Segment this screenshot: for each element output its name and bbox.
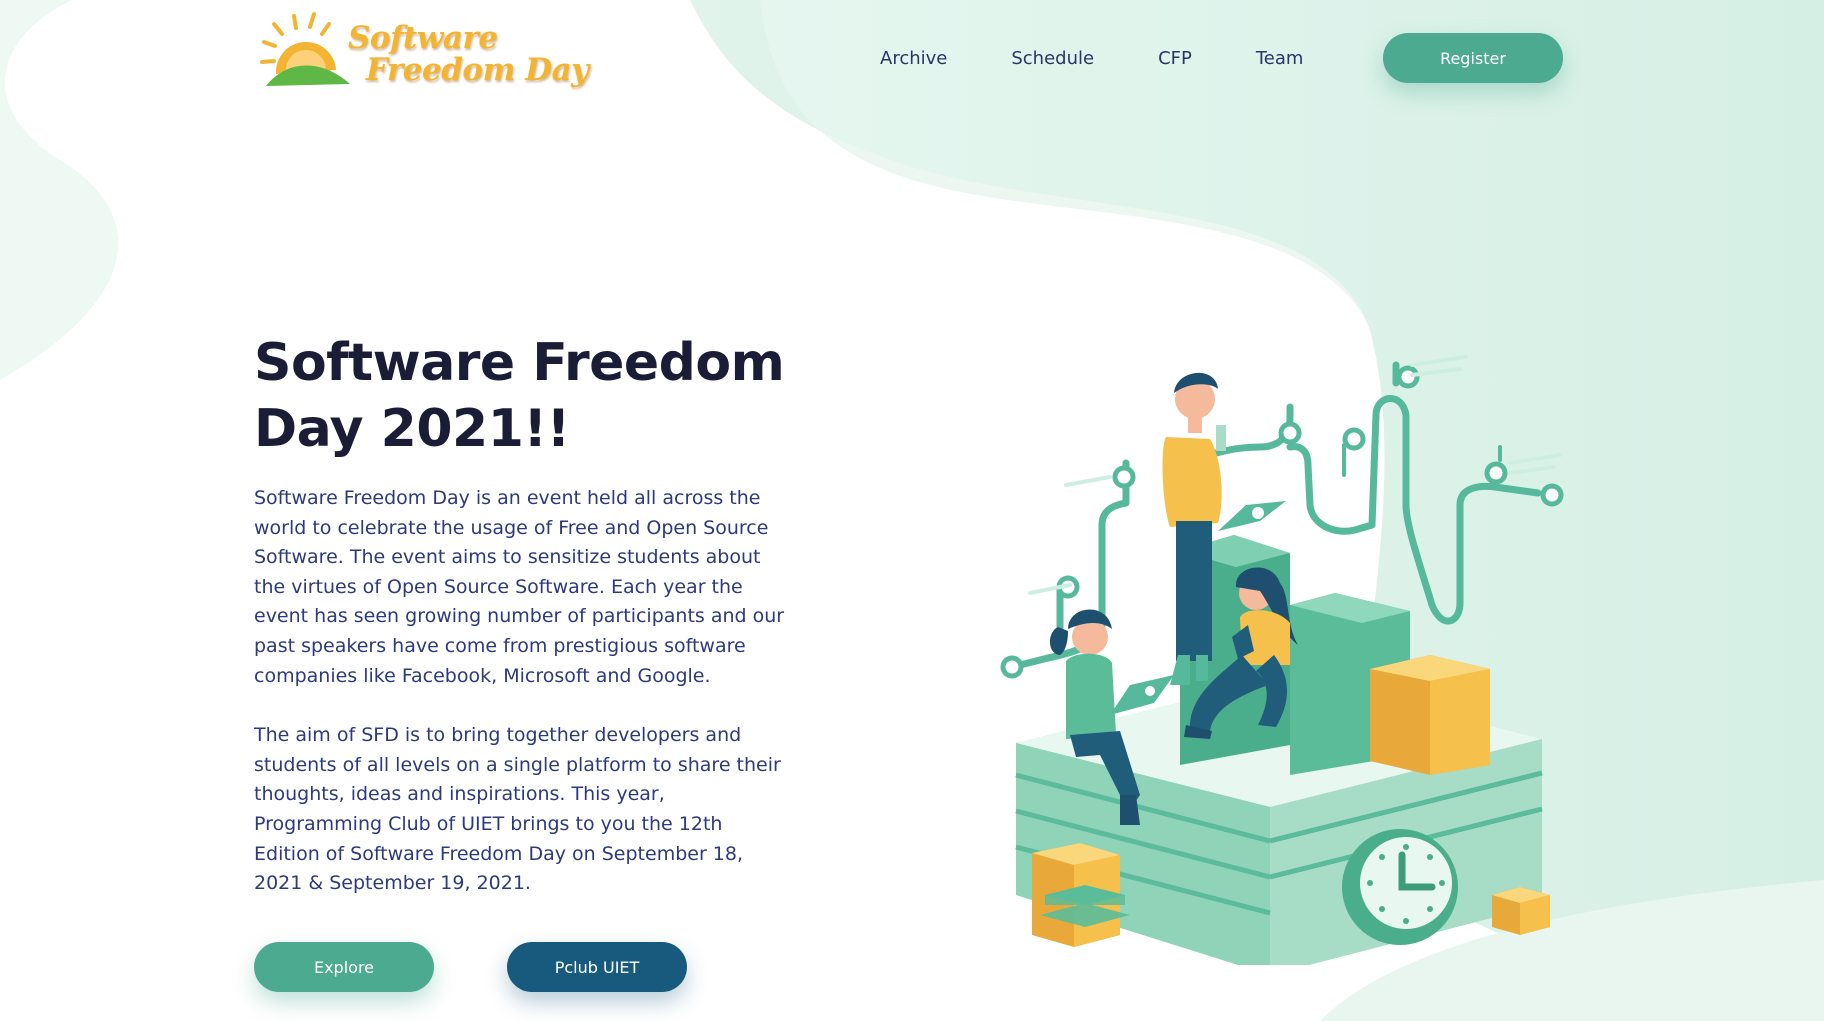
sun-over-hill-logo-icon — [260, 12, 350, 86]
title-line-2: Day 2021!! — [254, 399, 570, 459]
nav-schedule[interactable]: Schedule — [1011, 48, 1094, 69]
laptop-top — [1218, 501, 1286, 531]
title-line-1: Software Freedom — [254, 333, 785, 393]
site-header: Software Freedom Day Archive Schedule CF… — [0, 0, 1824, 120]
register-button[interactable]: Register — [1383, 33, 1563, 83]
hero-section: Software Freedom Day 2021!! Software Fre… — [254, 330, 814, 899]
main-nav: Archive Schedule CFP Team — [880, 33, 1367, 83]
clock-icon — [1342, 829, 1458, 945]
hero-paragraph-1: Software Freedom Day is an event held al… — [254, 487, 785, 687]
nav-team[interactable]: Team — [1256, 48, 1304, 69]
nav-cfp[interactable]: CFP — [1158, 48, 1192, 69]
pclub-uiet-button[interactable]: Pclub UIET — [507, 942, 687, 992]
hero-paragraph-2: The aim of SFD is to bring together deve… — [254, 724, 781, 895]
team-working-illustration — [1000, 355, 1564, 965]
nav-archive[interactable]: Archive — [880, 48, 947, 69]
brand-line2: Freedom Day — [366, 52, 589, 88]
explore-button[interactable]: Explore — [254, 942, 434, 992]
page-title: Software Freedom Day 2021!! — [254, 330, 814, 462]
brand-line1: Software — [348, 20, 498, 56]
brand-logo[interactable]: Software Freedom Day — [256, 10, 589, 94]
